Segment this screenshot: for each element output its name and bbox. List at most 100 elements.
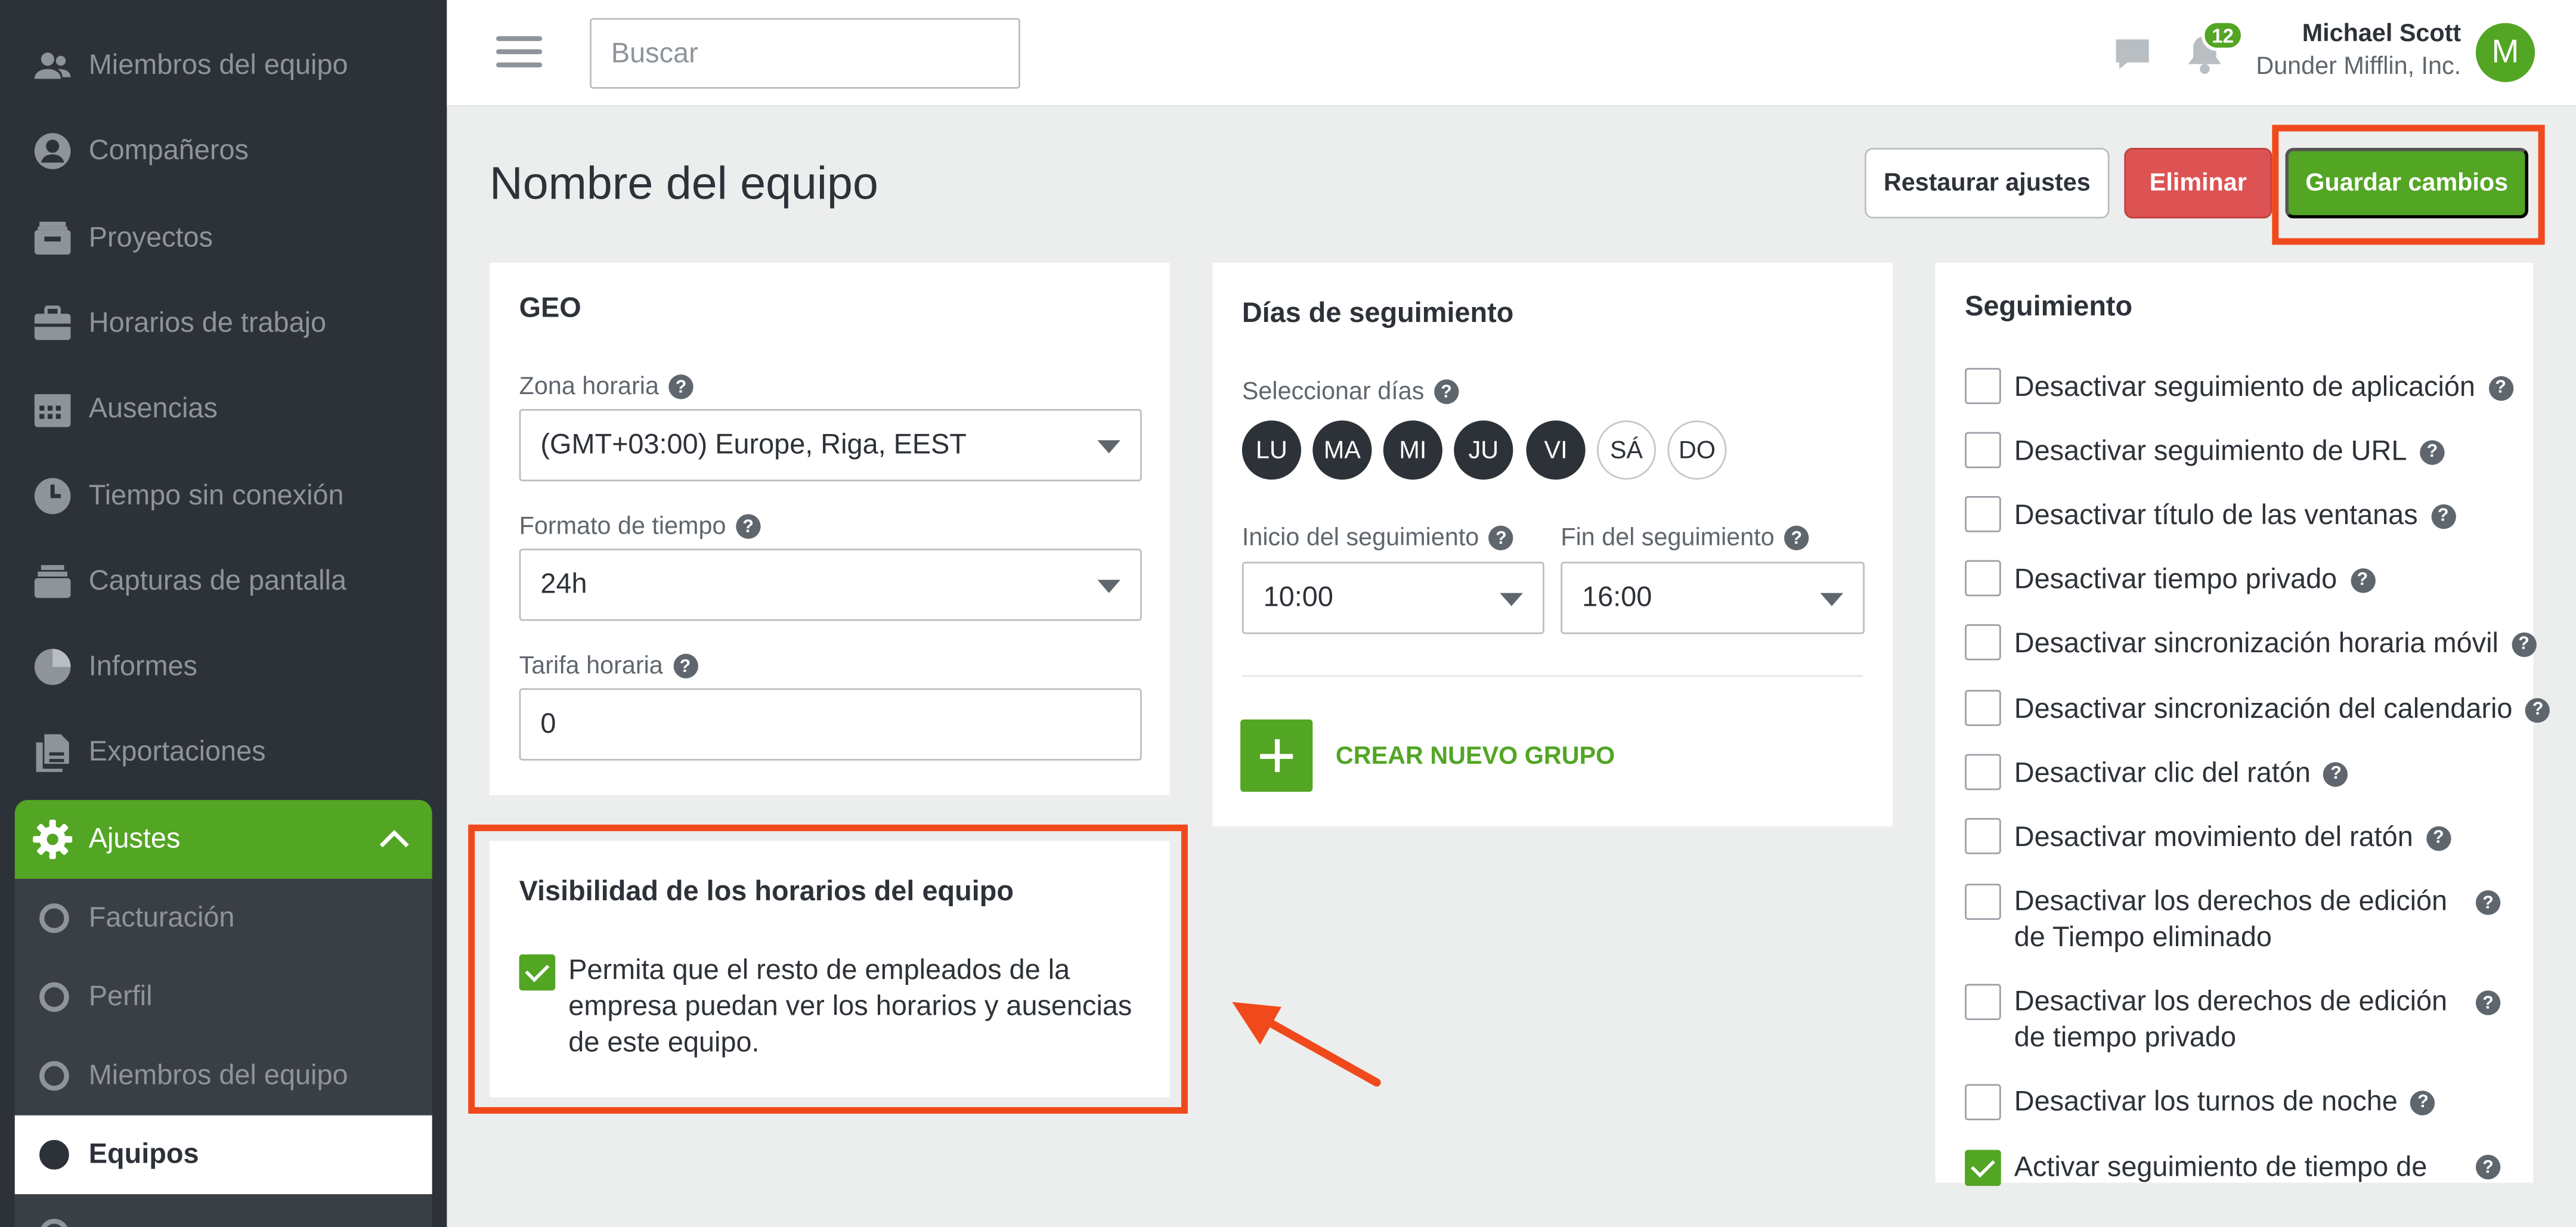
- sidebar-item-projects[interactable]: Proyectos: [0, 196, 447, 281]
- create-group-link[interactable]: CREAR NUEVO GRUPO: [1336, 742, 1615, 770]
- page-title: Nombre del equipo: [490, 157, 878, 209]
- option-checkbox-mobile-sync[interactable]: [1965, 624, 2001, 661]
- help-icon[interactable]: ?: [2475, 990, 2501, 1015]
- time-format-select[interactable]: 24h: [519, 549, 1142, 621]
- timezone-select[interactable]: (GMT+03:00) Europe, Riga, EEST: [519, 409, 1142, 482]
- avatar[interactable]: M: [2475, 23, 2535, 82]
- help-icon[interactable]: ?: [668, 374, 693, 399]
- sidebar-item-screenshots[interactable]: Capturas de pantalla: [0, 539, 447, 624]
- sidebar-item-work-schedules[interactable]: Horarios de trabajo: [0, 281, 447, 366]
- day-toggle-saturday[interactable]: SÁ: [1596, 420, 1657, 480]
- help-icon[interactable]: ?: [1784, 525, 1809, 550]
- caret-down-icon: [1820, 593, 1844, 606]
- hourly-rate-label: Tarifa horaria?: [519, 652, 698, 680]
- search-input[interactable]: [590, 18, 1020, 89]
- submenu-item-label: Miembros del equipo: [88, 1059, 348, 1091]
- hourly-rate-input[interactable]: 0: [519, 688, 1142, 761]
- tracking-end-select[interactable]: 16:00: [1561, 562, 1865, 634]
- day-toggle-tuesday[interactable]: MA: [1312, 420, 1372, 480]
- help-icon[interactable]: ?: [2324, 761, 2349, 786]
- highlight-box: [2272, 125, 2545, 245]
- help-icon[interactable]: ?: [1488, 525, 1514, 550]
- submenu-item-billing[interactable]: Facturación: [15, 879, 432, 958]
- option-label-text: Desactivar sincronización horaria móvil: [2014, 627, 2498, 659]
- user-name[interactable]: Michael Scott: [2302, 20, 2461, 48]
- option-label-text: Desactivar los derechos de edición de Ti…: [2014, 885, 2448, 953]
- add-group-button[interactable]: [1240, 719, 1313, 792]
- help-icon[interactable]: ?: [673, 653, 698, 678]
- day-toggle-friday[interactable]: VI: [1526, 420, 1586, 480]
- option-checkbox-calendar-sync[interactable]: [1965, 690, 2001, 726]
- delete-button[interactable]: Eliminar: [2124, 147, 2272, 219]
- sidebar-item-exports[interactable]: Exportaciones: [0, 709, 447, 795]
- help-icon[interactable]: ?: [2426, 825, 2451, 850]
- help-icon[interactable]: ?: [2488, 375, 2513, 400]
- sidebar-item-label: Compañeros: [88, 134, 249, 166]
- option-label: Desactivar tiempo privado?: [2014, 562, 2375, 598]
- help-icon[interactable]: ?: [735, 514, 761, 539]
- chevron-up-icon[interactable]: [376, 823, 413, 856]
- option-checkbox-url-tracking[interactable]: [1965, 432, 2001, 469]
- divider: [1241, 675, 1863, 677]
- sidebar-item-colleagues[interactable]: Compañeros: [0, 109, 447, 194]
- option-label-text: Desactivar movimiento del ratón: [2014, 821, 2413, 853]
- hourly-rate-label-text: Tarifa horaria: [519, 652, 663, 680]
- tracking-start-label: Inicio del seguimiento?: [1242, 524, 1514, 552]
- files-icon: [33, 733, 72, 772]
- option-label: Desactivar clic del ratón?: [2014, 755, 2349, 792]
- help-icon[interactable]: ?: [2350, 567, 2375, 593]
- option-label: Desactivar movimiento del ratón?: [2014, 820, 2451, 856]
- submenu-item-teams[interactable]: Equipos: [14, 1115, 432, 1194]
- stack-icon: [33, 562, 72, 601]
- radio-dot-icon: [39, 1219, 69, 1227]
- menu-icon[interactable]: [496, 36, 543, 69]
- day-toggle-wednesday[interactable]: MI: [1383, 420, 1442, 480]
- pie-chart-icon: [33, 647, 72, 687]
- caret-down-icon: [1097, 440, 1120, 454]
- help-icon[interactable]: ?: [2410, 1090, 2436, 1115]
- submenu-item-profile[interactable]: Perfil: [15, 958, 432, 1036]
- day-toggle-monday[interactable]: LU: [1241, 420, 1302, 480]
- submenu-item-cut-off[interactable]: [15, 1194, 432, 1227]
- sidebar-item-offline-time[interactable]: Tiempo sin conexión: [0, 453, 447, 538]
- day-toggle-sunday[interactable]: DO: [1667, 420, 1727, 480]
- help-icon[interactable]: ?: [2420, 439, 2445, 464]
- option-checkbox-app-tracking[interactable]: [1965, 368, 2001, 404]
- day-toggle-thursday[interactable]: JU: [1454, 420, 1513, 480]
- help-icon[interactable]: ?: [2525, 697, 2550, 722]
- tracking-start-value: 10:00: [1263, 581, 1333, 613]
- select-days-label: Seleccionar días?: [1242, 378, 1459, 406]
- reset-settings-button[interactable]: Restaurar ajustes: [1865, 147, 2110, 219]
- help-icon[interactable]: ?: [2431, 503, 2456, 528]
- option-label-text: Desactivar seguimiento de URL: [2014, 435, 2407, 467]
- sidebar-item-settings[interactable]: Ajustes: [14, 800, 432, 879]
- help-icon[interactable]: ?: [2511, 631, 2537, 656]
- gear-icon: [33, 819, 73, 859]
- tracking-start-select[interactable]: 10:00: [1241, 562, 1544, 634]
- option-checkbox-private-time[interactable]: [1965, 560, 2001, 597]
- chat-icon[interactable]: [2113, 35, 2152, 74]
- sidebar-item-absences[interactable]: Ausencias: [0, 366, 447, 451]
- sidebar-item-team-members[interactable]: Miembros del equipo: [0, 23, 447, 109]
- option-label: Desactivar seguimiento de URL?: [2014, 433, 2445, 470]
- option-label: Desactivar seguimiento de aplicación?: [2014, 370, 2513, 406]
- option-checkbox-night-shifts[interactable]: [1965, 1084, 2001, 1120]
- option-checkbox-deleted-time-edit[interactable]: [1965, 884, 2001, 920]
- submenu-item-team-members[interactable]: Miembros del equipo: [15, 1036, 432, 1115]
- option-checkbox-mouse-move[interactable]: [1965, 818, 2001, 854]
- help-icon[interactable]: ?: [2475, 1154, 2501, 1180]
- option-checkbox-private-time-edit[interactable]: [1965, 984, 2001, 1020]
- user-company: Dunder Mifflin, Inc.: [2256, 52, 2462, 80]
- calendar-icon: [33, 389, 72, 429]
- option-checkbox-mouse-click[interactable]: [1965, 754, 2001, 791]
- sidebar-item-label: Ajustes: [88, 823, 181, 854]
- option-label: Desactivar los derechos de edición de ti…: [2014, 984, 2478, 1056]
- time-format-label-text: Formato de tiempo: [519, 512, 726, 541]
- option-label: Desactivar sincronización del calendario…: [2014, 692, 2550, 728]
- option-checkbox-enable-time-tracking[interactable]: [1965, 1149, 2001, 1186]
- sidebar-item-reports[interactable]: Informes: [0, 624, 447, 709]
- help-icon[interactable]: ?: [2475, 890, 2501, 915]
- help-icon[interactable]: ?: [1433, 379, 1459, 404]
- option-checkbox-window-title[interactable]: [1965, 496, 2001, 532]
- option-label: Desactivar sincronización horaria móvil?: [2014, 626, 2537, 662]
